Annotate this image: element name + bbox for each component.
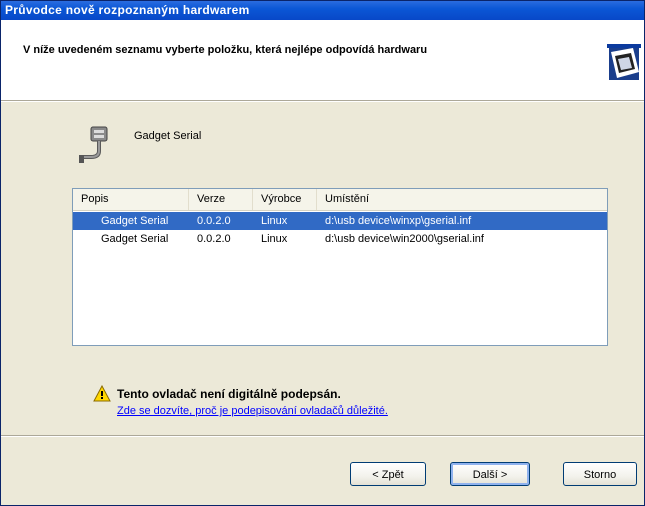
column-header-description[interactable]: Popis: [73, 189, 189, 210]
title-bar[interactable]: Průvodce nově rozpoznaným hardwarem: [1, 1, 644, 20]
cancel-button[interactable]: Storno: [563, 462, 637, 486]
header-separator: [1, 100, 644, 102]
driver-signing-info-link[interactable]: Zde se dozvíte, proč je podepisování ovl…: [117, 405, 388, 417]
driver-description: Gadget Serial: [101, 215, 169, 227]
back-button[interactable]: < Zpět: [350, 462, 426, 486]
device-name: Gadget Serial: [134, 130, 202, 142]
driver-row[interactable]: Gadget Serial 0.0.2.0 Linux d:\usb devic…: [73, 212, 607, 230]
driver-location: d:\usb device\winxp\gserial.inf: [325, 215, 472, 227]
next-button[interactable]: Další >: [450, 462, 530, 486]
column-header-version[interactable]: Verze: [189, 189, 253, 210]
unsigned-driver-warning: Tento ovladač není digitálně podepsán.: [117, 387, 341, 401]
column-header-manufacturer[interactable]: Výrobce: [253, 189, 317, 210]
column-header-location[interactable]: Umístění: [317, 189, 607, 210]
hardware-wizard-icon: [607, 44, 641, 80]
driver-description: Gadget Serial: [101, 233, 169, 245]
driver-list-header: Popis Verze Výrobce Umístění: [73, 189, 607, 211]
driver-location: d:\usb device\win2000\gserial.inf: [325, 233, 484, 245]
driver-row[interactable]: Gadget Serial 0.0.2.0 Linux d:\usb devic…: [73, 230, 607, 248]
wizard-header: V níže uvedeném seznamu vyberte položku,…: [1, 20, 644, 100]
driver-manufacturer: Linux: [261, 233, 288, 245]
header-instruction: V níže uvedeném seznamu vyberte položku,…: [23, 44, 428, 56]
warning-icon: [93, 385, 111, 402]
driver-version: 0.0.2.0: [197, 233, 231, 245]
driver-manufacturer: Linux: [261, 215, 288, 227]
driver-version: 0.0.2.0: [197, 215, 231, 227]
footer-separator: [1, 435, 644, 437]
serial-port-icon: [79, 126, 108, 163]
driver-list[interactable]: Popis Verze Výrobce Umístění Gadget Seri…: [72, 188, 608, 346]
wizard-window: Průvodce nově rozpoznaným hardwarem V ní…: [0, 0, 645, 506]
